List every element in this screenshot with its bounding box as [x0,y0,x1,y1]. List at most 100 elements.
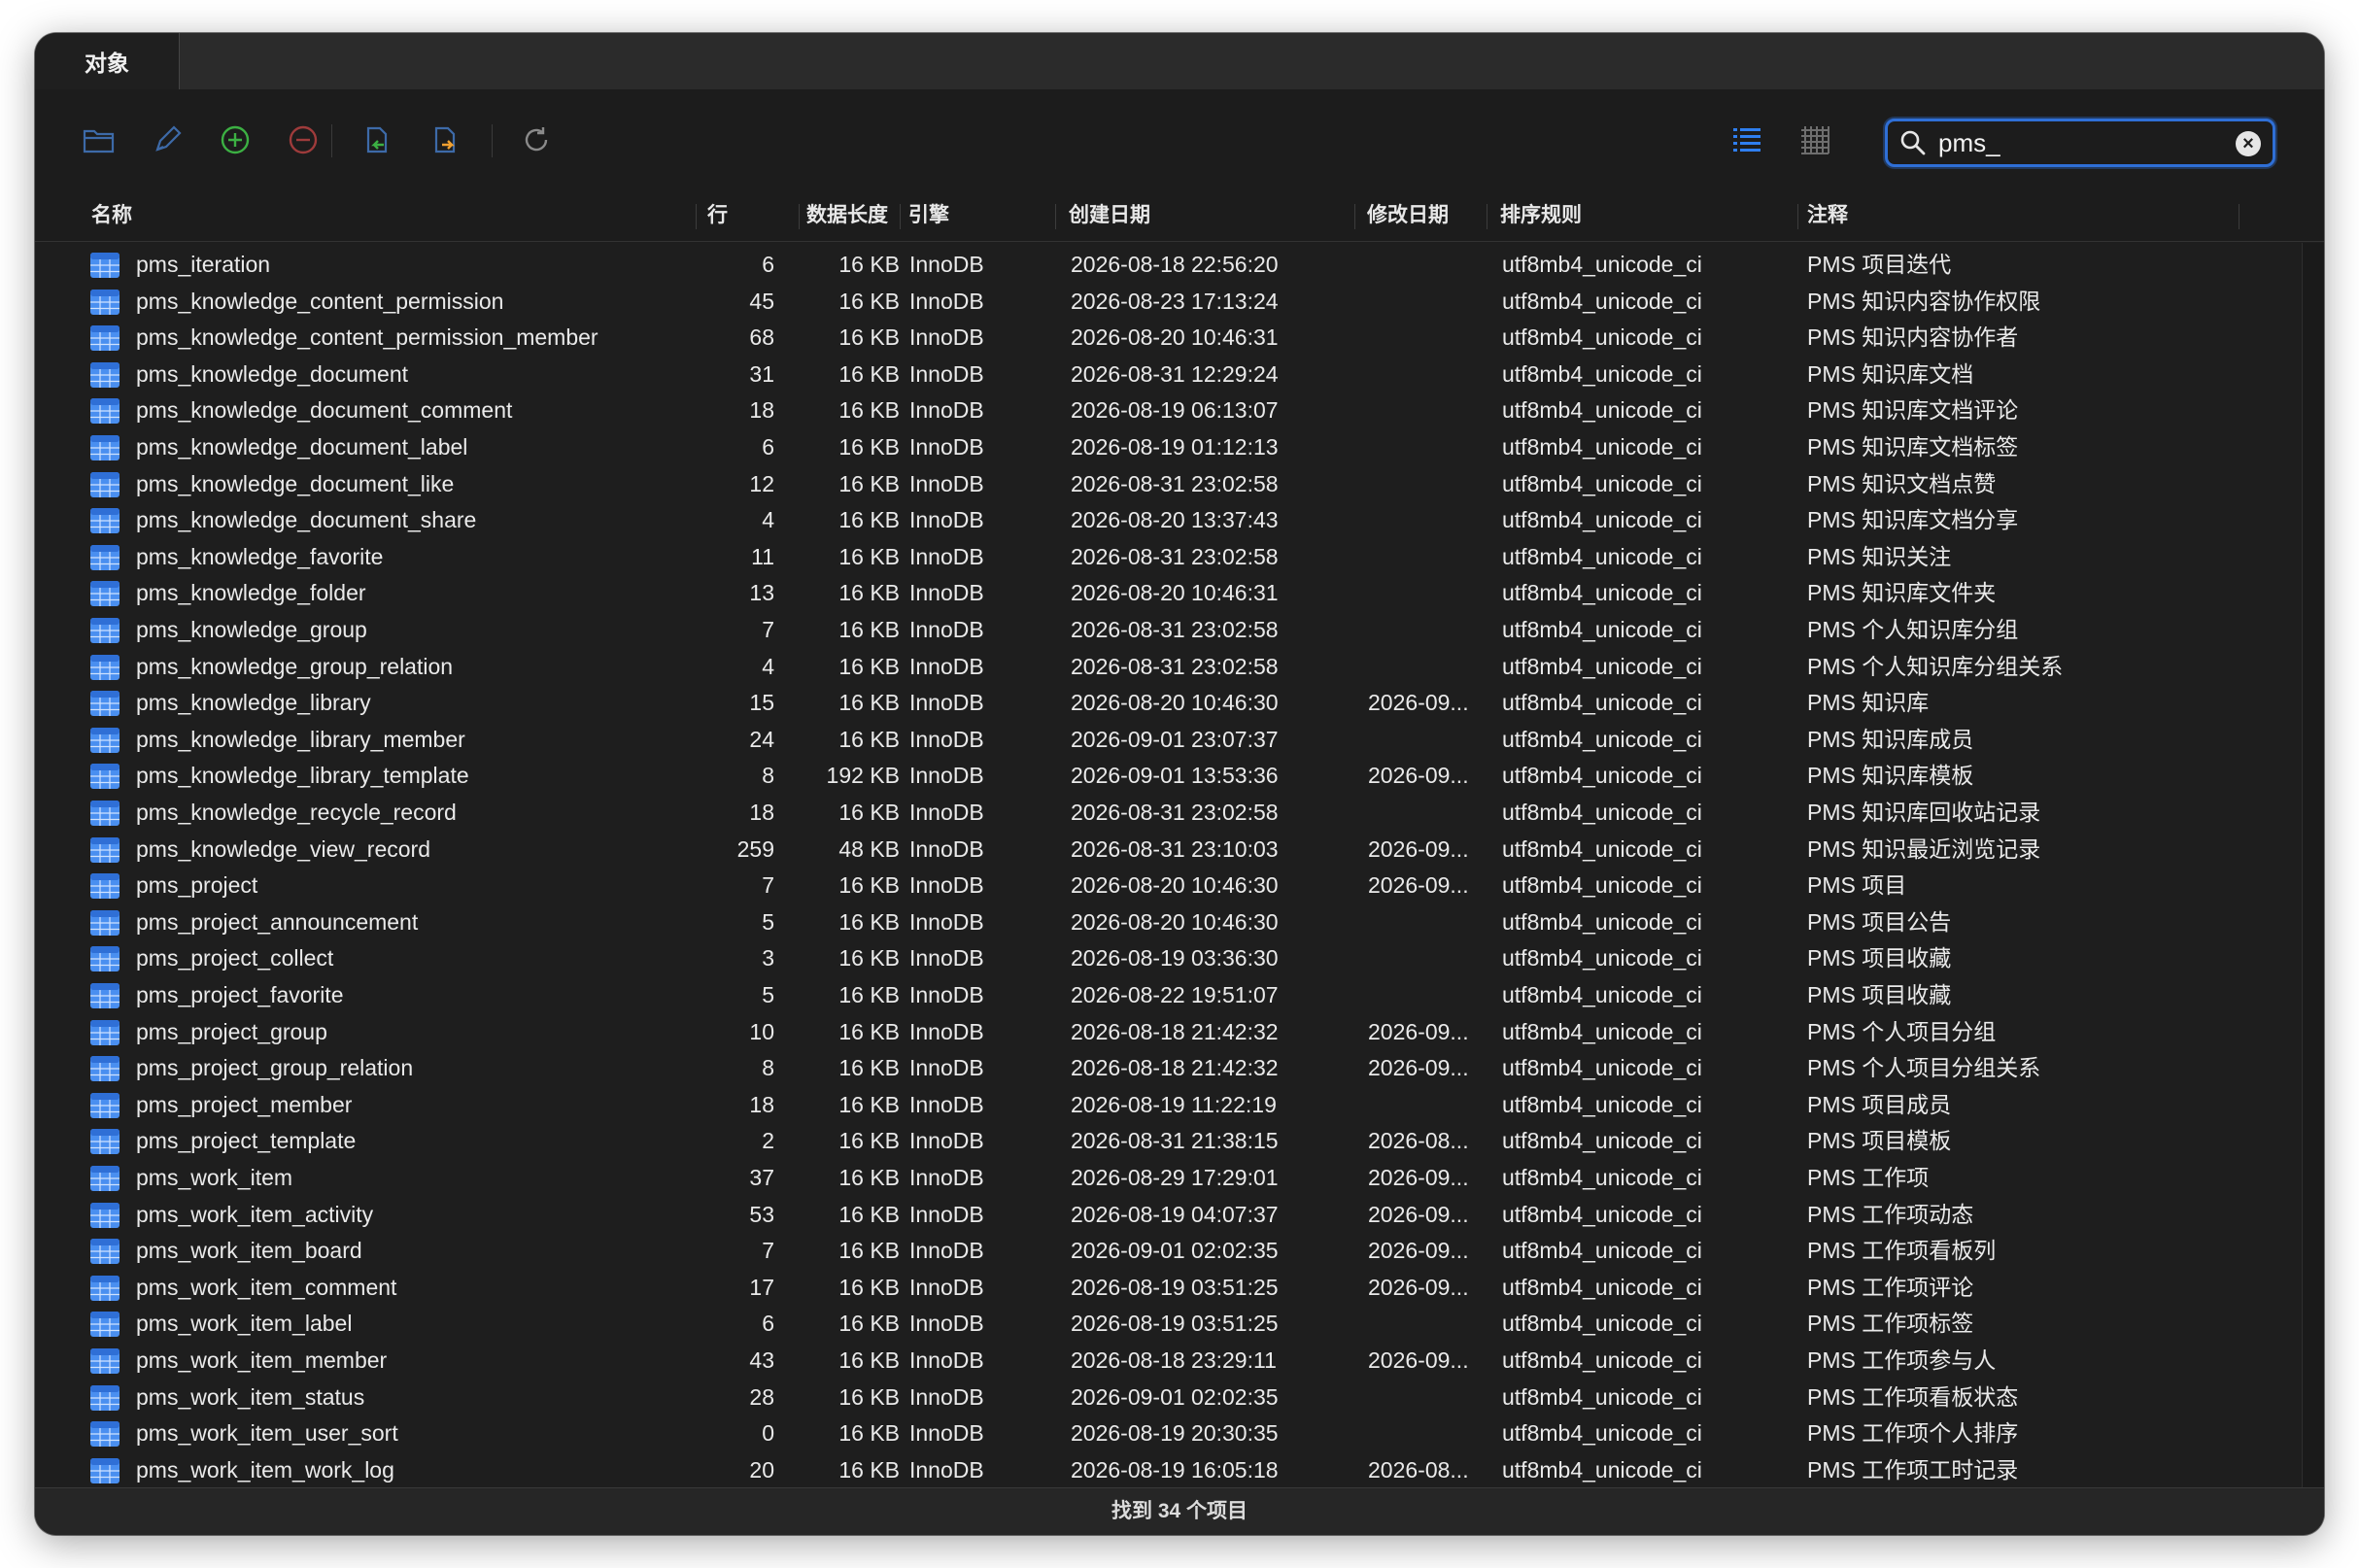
table-row[interactable]: pms_project_member 18 16 KB InnoDB 2026-08-1… [35,1087,2324,1124]
table-row[interactable]: pms_project_group_relation 8 16 KB InnoDB 20… [35,1050,2324,1087]
comment: PMS 工作项评论 [1807,1274,1974,1300]
collation: utf8mb4_unicode_ci [1502,653,1702,679]
table-row[interactable]: pms_work_item_activity 53 16 KB InnoDB 2026-… [35,1197,2324,1234]
column-header-name[interactable]: 名称 [91,190,132,241]
table-icon [89,1055,120,1082]
table-icon [89,361,120,389]
table-row[interactable]: pms_knowledge_document 31 16 KB InnoDB 2026-… [35,357,2324,393]
table-row[interactable]: pms_knowledge_library 15 16 KB InnoDB 2026-0… [35,685,2324,722]
table-row[interactable]: pms_project_collect 3 16 KB InnoDB 2026-08-1… [35,940,2324,977]
table-row[interactable]: pms_work_item_user_sort 0 16 KB InnoDB 2026-… [35,1415,2324,1452]
collation: utf8mb4_unicode_ci [1502,945,1702,971]
engine: InnoDB [909,470,984,496]
table-row[interactable]: pms_work_item_status 28 16 KB InnoDB 2026-09… [35,1380,2324,1416]
table-row[interactable]: pms_project 7 16 KB InnoDB 2026-08-20 10:46:… [35,868,2324,904]
table-row[interactable]: pms_work_item 37 16 KB InnoDB 2026-08-29 17:… [35,1160,2324,1197]
table-name: pms_work_item_work_log [136,1456,394,1483]
table-name: pms_knowledge_group_relation [136,653,454,679]
clear-search-icon[interactable]: × [2236,131,2261,156]
modified-date: 2026-08... [1368,1128,1469,1154]
row-count: 3 [762,945,774,971]
delete-table-icon[interactable] [286,122,321,157]
collation: utf8mb4_unicode_ci [1502,1311,1702,1337]
data-length: 16 KB [838,470,900,496]
status-bar: 找到 34 个项目 [35,1487,2324,1535]
collation: utf8mb4_unicode_ci [1502,1347,1702,1373]
table-icon [89,1347,120,1375]
table-name: pms_knowledge_content_permission_member [136,324,598,351]
table-row[interactable]: pms_work_item_label 6 16 KB InnoDB 2026-08-1… [35,1306,2324,1343]
grid-view-icon[interactable] [1797,122,1832,157]
table-row[interactable]: pms_knowledge_recycle_record 18 16 KB InnoD… [35,795,2324,832]
created-date: 2026-09-01 02:02:35 [1071,1238,1279,1264]
table-row[interactable]: pms_knowledge_content_permission_member 6… [35,320,2324,357]
engine: InnoDB [909,945,984,971]
table-name: pms_knowledge_view_record [136,835,430,862]
table-row[interactable]: pms_knowledge_group 7 16 KB InnoDB 2026-08-3… [35,612,2324,649]
table-row[interactable]: pms_iteration 6 16 KB InnoDB 2026-08-18 22:5… [35,247,2324,284]
table-row[interactable]: pms_project_announcement 5 16 KB InnoDB 2026… [35,904,2324,941]
row-count: 68 [749,324,774,351]
table-icon [89,800,120,827]
created-date: 2026-09-01 13:53:36 [1071,763,1279,789]
table-row[interactable]: pms_work_item_comment 17 16 KB InnoDB 2026-0… [35,1270,2324,1307]
table-name: pms_knowledge_recycle_record [136,800,457,825]
created-date: 2026-08-19 16:05:18 [1071,1456,1279,1483]
column-header-modified[interactable]: 修改日期 [1367,190,1449,241]
table-row[interactable]: pms_work_item_member 43 16 KB InnoDB 2026-08… [35,1343,2324,1380]
row-count: 259 [736,835,774,862]
open-table-icon[interactable] [82,122,117,157]
row-count: 6 [762,252,774,277]
column-header-data-length[interactable]: 数据长度 [806,190,888,241]
table-icon [89,1238,120,1265]
column-header-comment[interactable]: 注释 [1807,190,1848,241]
column-header-collation[interactable]: 排序规则 [1500,190,1582,241]
import-wizard-icon[interactable] [359,122,394,157]
table-row[interactable]: pms_knowledge_favorite 11 16 KB InnoDB 2026-… [35,539,2324,576]
column-header-rows[interactable]: 行 [707,190,728,241]
table-row[interactable]: pms_knowledge_folder 13 16 KB InnoDB 2026-08… [35,575,2324,612]
engine: InnoDB [909,580,984,606]
toolbar-separator [331,124,332,157]
engine: InnoDB [909,434,984,460]
refresh-icon[interactable] [519,122,554,157]
table-row[interactable]: pms_project_template 2 16 KB InnoDB 2026-08-… [35,1123,2324,1160]
table-row[interactable]: pms_knowledge_document_comment 18 16 KB Inn… [35,392,2324,429]
comment: PMS 工作项工时记录 [1807,1456,2019,1483]
collation: utf8mb4_unicode_ci [1502,872,1702,899]
column-header-created[interactable]: 创建日期 [1069,190,1150,241]
tab-objects[interactable]: 对象 [35,33,180,89]
table-row[interactable]: pms_knowledge_document_like 12 16 KB InnoDB… [35,466,2324,503]
new-table-icon[interactable] [218,122,253,157]
table-row[interactable]: pms_knowledge_library_member 24 16 KB InnoD… [35,722,2324,759]
list-view-icon[interactable] [1729,122,1764,157]
vertical-scrollbar[interactable] [2302,243,2324,1517]
table-row[interactable]: pms_knowledge_document_label 6 16 KB InnoDB… [35,429,2324,466]
table-row[interactable]: pms_project_favorite 5 16 KB InnoDB 2026-08-… [35,977,2324,1014]
engine: InnoDB [909,653,984,679]
table-row[interactable]: pms_knowledge_content_permission 45 16 KB I… [35,284,2324,321]
table-row[interactable]: pms_project_group 10 16 KB InnoDB 2026-08-18… [35,1014,2324,1051]
table-icon [89,617,120,644]
table-icon [89,1457,120,1484]
table-row[interactable]: pms_knowledge_view_record 259 48 KB InnoDB 2… [35,832,2324,869]
row-count: 43 [749,1347,774,1373]
table-name: pms_knowledge_library_template [136,763,469,789]
data-length: 16 KB [838,908,900,935]
table-row[interactable]: pms_knowledge_library_template 8 192 KB Inn… [35,758,2324,795]
table-row[interactable]: pms_knowledge_group_relation 4 16 KB InnoDB… [35,649,2324,686]
comment: PMS 工作项动态 [1807,1201,1974,1227]
table-row[interactable]: pms_work_item_board 7 16 KB InnoDB 2026-09-0… [35,1233,2324,1270]
column-header-engine[interactable]: 引擎 [908,190,949,241]
table-icon [89,1019,120,1046]
engine: InnoDB [909,835,984,862]
toolbar-separator [492,124,493,157]
engine: InnoDB [909,324,984,351]
table-row[interactable]: pms_knowledge_document_share 4 16 KB InnoDB… [35,502,2324,539]
search-input[interactable] [1938,121,2220,164]
export-wizard-icon[interactable] [427,122,462,157]
design-table-icon[interactable] [150,122,185,157]
search-box: × [1885,119,2275,167]
table-name: pms_knowledge_document_comment [136,397,513,424]
table-row[interactable]: pms_work_item_work_log 20 16 KB InnoDB 2026-… [35,1452,2324,1489]
